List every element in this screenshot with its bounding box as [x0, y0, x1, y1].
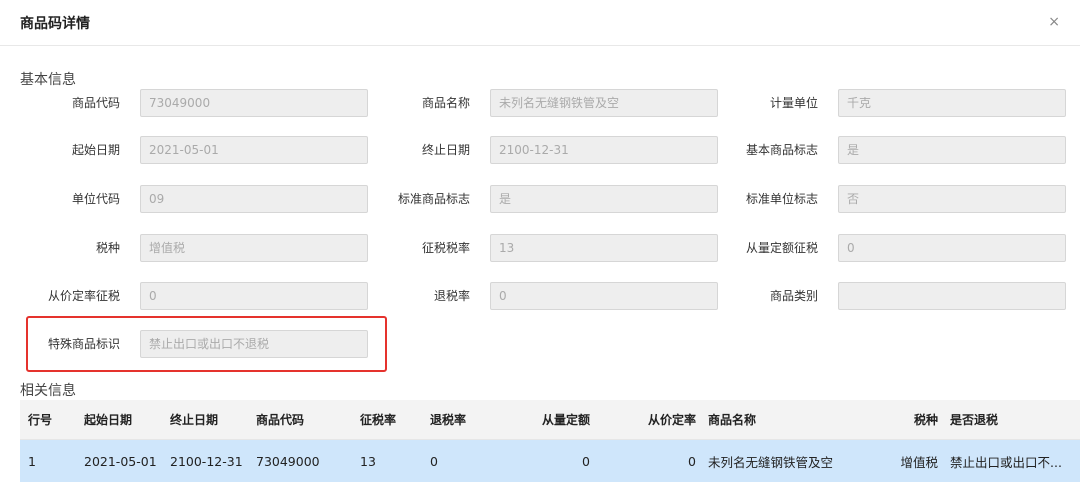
cell-end-date: 2100-12-31: [170, 453, 243, 469]
cell-product-name: 未列名无缝钢铁管及空: [708, 454, 834, 470]
unit-field[interactable]: 千克: [838, 89, 1066, 117]
ad-valorem-duty-field[interactable]: 0: [140, 282, 368, 310]
product-code-field[interactable]: 73049000: [140, 89, 368, 117]
cell-specific-duty: 0: [582, 453, 590, 469]
standard-product-flag-field[interactable]: 是: [490, 185, 718, 213]
dialog-header: 商品码详情 ×: [0, 0, 1080, 46]
basic-product-flag-field[interactable]: 是: [838, 136, 1066, 164]
dialog-title: 商品码详情: [20, 16, 90, 32]
section-title-related: 相关信息: [20, 383, 76, 399]
highlight-box: [26, 316, 387, 372]
label-end-date: 终止日期: [421, 143, 470, 157]
label-ad-valorem-duty: 从价定率征税: [47, 289, 120, 303]
label-levy-rate: 征税税率: [421, 241, 470, 255]
label-product-category: 商品类别: [769, 289, 818, 303]
tax-type-field[interactable]: 增值税: [140, 234, 368, 262]
label-basic-product-flag: 基本商品标志: [745, 143, 818, 157]
levy-rate-field[interactable]: 13: [490, 234, 718, 262]
col-specific-duty[interactable]: 从量定额: [510, 400, 590, 439]
cell-levy-rate: 13: [360, 453, 376, 469]
table-header: 行号 起始日期 终止日期 商品代码 征税率 退税率 从量定额 从价定率 商品名称…: [20, 400, 1080, 440]
col-end-date[interactable]: 终止日期: [170, 400, 250, 439]
unit-code-field[interactable]: 09: [140, 185, 368, 213]
label-standard-unit-flag: 标准单位标志: [745, 192, 818, 206]
col-row-number[interactable]: 行号: [28, 400, 68, 439]
label-specific-duty: 从量定额征税: [745, 241, 818, 255]
label-unit: 计量单位: [769, 96, 818, 110]
label-unit-code: 单位代码: [71, 192, 120, 206]
label-standard-product-flag: 标准商品标志: [397, 192, 470, 206]
cell-rebate-rate: 0: [430, 453, 438, 469]
close-icon[interactable]: ×: [1048, 14, 1060, 30]
label-product-name: 商品名称: [421, 96, 470, 110]
specific-duty-field[interactable]: 0: [838, 234, 1066, 262]
col-product-name[interactable]: 商品名称: [708, 400, 888, 439]
cell-tax-type: 增值税: [900, 454, 938, 470]
label-start-date: 起始日期: [71, 143, 120, 157]
standard-unit-flag-field[interactable]: 否: [838, 185, 1066, 213]
product-category-field[interactable]: [838, 282, 1066, 310]
col-is-rebate[interactable]: 是否退税: [950, 400, 1076, 439]
product-name-field[interactable]: 未列名无缝钢铁管及空: [490, 89, 718, 117]
cell-row-number: 1: [28, 453, 36, 469]
label-rebate-rate: 退税率: [433, 289, 470, 303]
rebate-rate-field[interactable]: 0: [490, 282, 718, 310]
label-product-code: 商品代码: [71, 96, 120, 110]
col-levy-rate[interactable]: 征税率: [360, 400, 420, 439]
cell-start-date: 2021-05-01: [84, 453, 157, 469]
col-start-date[interactable]: 起始日期: [84, 400, 164, 439]
related-table: 行号 起始日期 终止日期 商品代码 征税率 退税率 从量定额 从价定率 商品名称…: [20, 400, 1080, 482]
cell-is-rebate: 禁止出口或出口不...: [950, 454, 1062, 470]
col-product-code[interactable]: 商品代码: [256, 400, 336, 439]
col-tax-type[interactable]: 税种: [882, 400, 938, 439]
label-tax-type: 税种: [95, 241, 120, 255]
table-row[interactable]: 1 2021-05-01 2100-12-31 73049000 13 0 0 …: [20, 440, 1080, 482]
col-rebate-rate[interactable]: 退税率: [430, 400, 490, 439]
end-date-field[interactable]: 2100-12-31: [490, 136, 718, 164]
cell-ad-valorem: 0: [688, 453, 696, 469]
start-date-field[interactable]: 2021-05-01: [140, 136, 368, 164]
cell-product-code: 73049000: [256, 453, 320, 469]
section-title-basic: 基本信息: [20, 72, 76, 88]
col-ad-valorem[interactable]: 从价定率: [616, 400, 696, 439]
